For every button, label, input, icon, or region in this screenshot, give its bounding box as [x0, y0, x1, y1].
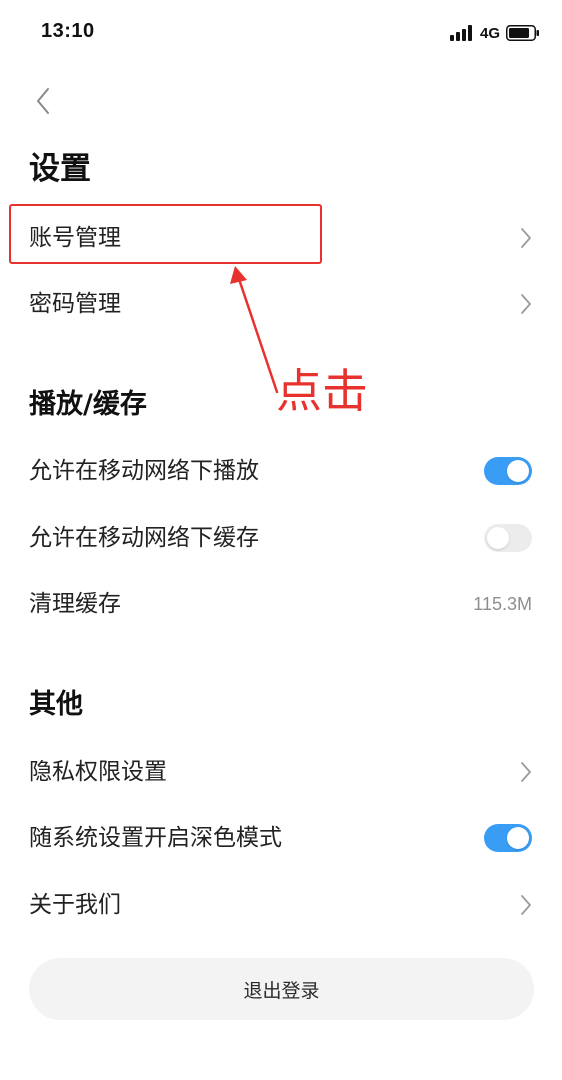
password-management-row[interactable]: 密码管理 [0, 271, 562, 337]
about-us-row[interactable]: 关于我们 [0, 872, 562, 938]
account-management-label: 账号管理 [29, 225, 121, 251]
annotation-click-label: 点击 [276, 364, 368, 418]
chevron-right-icon [521, 228, 531, 248]
about-us-label: 关于我们 [29, 892, 121, 918]
back-button[interactable] [28, 84, 58, 118]
status-icons: 4G [449, 22, 540, 44]
network-type-label: 4G [479, 24, 500, 42]
chevron-left-icon [37, 88, 49, 114]
privacy-permissions-label: 隐私权限设置 [29, 759, 167, 785]
password-management-label: 密码管理 [29, 291, 121, 317]
mobile-playback-label: 允许在移动网络下播放 [29, 458, 259, 484]
mobile-cache-toggle[interactable] [484, 524, 532, 552]
cache-size-value: 115.3M [473, 593, 532, 614]
clear-cache-label: 清理缓存 [29, 591, 121, 617]
clear-cache-row[interactable]: 清理缓存 115.3M [0, 571, 562, 637]
chevron-right-icon [521, 294, 531, 314]
page-title: 设置 [29, 151, 91, 187]
mobile-cache-label: 允许在移动网络下缓存 [29, 525, 259, 551]
dark-mode-label: 随系统设置开启深色模式 [29, 825, 282, 851]
chevron-right-icon [521, 895, 531, 915]
chevron-right-icon [521, 762, 531, 782]
privacy-permissions-row[interactable]: 隐私权限设置 [0, 739, 562, 805]
dark-mode-row: 随系统设置开启深色模式 [0, 805, 562, 871]
status-bar: 13:10 4G [0, 0, 562, 64]
status-time: 13:10 [41, 20, 95, 42]
account-management-row[interactable]: 账号管理 [0, 205, 562, 271]
logout-label: 退出登录 [243, 979, 320, 1002]
signal-icon [449, 25, 472, 41]
other-section-title: 其他 [29, 689, 83, 720]
mobile-playback-toggle[interactable] [484, 457, 532, 485]
mobile-playback-row: 允许在移动网络下播放 [0, 438, 562, 504]
mobile-cache-row: 允许在移动网络下缓存 [0, 505, 562, 571]
playback-cache-section-title: 播放/缓存 [29, 389, 147, 420]
dark-mode-toggle[interactable] [484, 824, 532, 852]
logout-button[interactable]: 退出登录 [29, 958, 534, 1020]
battery-icon [506, 25, 539, 41]
